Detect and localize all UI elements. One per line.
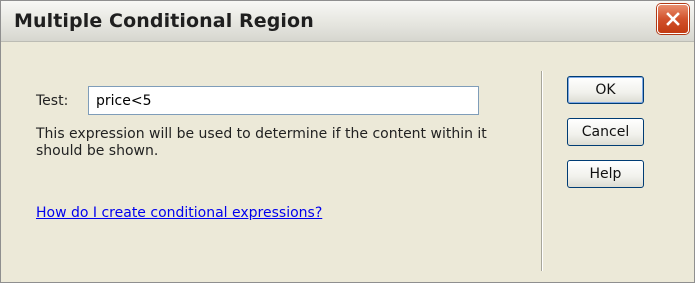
close-icon [666,12,680,26]
title-bar[interactable]: Multiple Conditional Region [1,1,694,42]
vertical-divider [541,71,543,271]
test-label: Test: [36,93,69,109]
close-button[interactable] [657,4,689,34]
help-link[interactable]: How do I create conditional expressions? [36,205,322,221]
description-text: This expression will be used to determin… [36,126,487,159]
dialog-window: Multiple Conditional Region Test: This e… [0,0,695,283]
ok-button[interactable]: OK [567,76,644,104]
test-expression-input[interactable] [88,86,479,115]
cancel-button[interactable]: Cancel [567,118,644,146]
dialog-title: Multiple Conditional Region [14,10,314,32]
help-button[interactable]: Help [567,160,644,188]
